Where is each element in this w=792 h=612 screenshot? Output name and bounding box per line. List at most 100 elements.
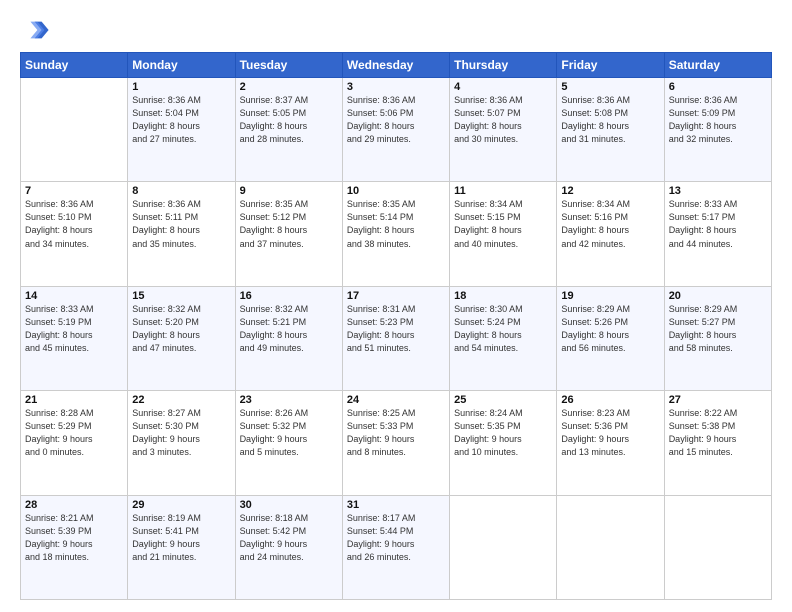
calendar-cell: 23Sunrise: 8:26 AMSunset: 5:32 PMDayligh…: [235, 391, 342, 495]
day-number: 14: [25, 290, 123, 302]
day-number: 17: [347, 290, 445, 302]
calendar-cell: 12Sunrise: 8:34 AMSunset: 5:16 PMDayligh…: [557, 182, 664, 286]
day-info: Sunrise: 8:29 AMSunset: 5:26 PMDaylight:…: [561, 303, 659, 355]
logo: [20, 16, 50, 44]
day-info: Sunrise: 8:31 AMSunset: 5:23 PMDaylight:…: [347, 303, 445, 355]
day-info: Sunrise: 8:36 AMSunset: 5:07 PMDaylight:…: [454, 94, 552, 146]
calendar-cell: 20Sunrise: 8:29 AMSunset: 5:27 PMDayligh…: [664, 286, 771, 390]
day-number: 27: [669, 394, 767, 406]
calendar-cell: 4Sunrise: 8:36 AMSunset: 5:07 PMDaylight…: [450, 78, 557, 182]
day-info: Sunrise: 8:23 AMSunset: 5:36 PMDaylight:…: [561, 407, 659, 459]
calendar-cell: 21Sunrise: 8:28 AMSunset: 5:29 PMDayligh…: [21, 391, 128, 495]
calendar-week-3: 14Sunrise: 8:33 AMSunset: 5:19 PMDayligh…: [21, 286, 772, 390]
day-info: Sunrise: 8:35 AMSunset: 5:14 PMDaylight:…: [347, 198, 445, 250]
calendar-header-row: SundayMondayTuesdayWednesdayThursdayFrid…: [21, 53, 772, 78]
day-header-saturday: Saturday: [664, 53, 771, 78]
day-info: Sunrise: 8:36 AMSunset: 5:04 PMDaylight:…: [132, 94, 230, 146]
day-info: Sunrise: 8:18 AMSunset: 5:42 PMDaylight:…: [240, 512, 338, 564]
day-number: 8: [132, 185, 230, 197]
day-header-monday: Monday: [128, 53, 235, 78]
day-info: Sunrise: 8:28 AMSunset: 5:29 PMDaylight:…: [25, 407, 123, 459]
day-info: Sunrise: 8:24 AMSunset: 5:35 PMDaylight:…: [454, 407, 552, 459]
calendar-cell: 19Sunrise: 8:29 AMSunset: 5:26 PMDayligh…: [557, 286, 664, 390]
day-info: Sunrise: 8:21 AMSunset: 5:39 PMDaylight:…: [25, 512, 123, 564]
calendar-cell: 3Sunrise: 8:36 AMSunset: 5:06 PMDaylight…: [342, 78, 449, 182]
day-header-wednesday: Wednesday: [342, 53, 449, 78]
calendar-week-2: 7Sunrise: 8:36 AMSunset: 5:10 PMDaylight…: [21, 182, 772, 286]
calendar-cell: 16Sunrise: 8:32 AMSunset: 5:21 PMDayligh…: [235, 286, 342, 390]
day-number: 12: [561, 185, 659, 197]
calendar-table: SundayMondayTuesdayWednesdayThursdayFrid…: [20, 52, 772, 600]
calendar-week-1: 1Sunrise: 8:36 AMSunset: 5:04 PMDaylight…: [21, 78, 772, 182]
day-number: 28: [25, 499, 123, 511]
calendar-cell: 29Sunrise: 8:19 AMSunset: 5:41 PMDayligh…: [128, 495, 235, 599]
page: SundayMondayTuesdayWednesdayThursdayFrid…: [0, 0, 792, 612]
day-number: 23: [240, 394, 338, 406]
day-number: 5: [561, 81, 659, 93]
day-number: 15: [132, 290, 230, 302]
day-number: 20: [669, 290, 767, 302]
day-number: 3: [347, 81, 445, 93]
day-number: 11: [454, 185, 552, 197]
day-info: Sunrise: 8:30 AMSunset: 5:24 PMDaylight:…: [454, 303, 552, 355]
day-number: 18: [454, 290, 552, 302]
day-number: 9: [240, 185, 338, 197]
day-number: 25: [454, 394, 552, 406]
day-info: Sunrise: 8:37 AMSunset: 5:05 PMDaylight:…: [240, 94, 338, 146]
day-info: Sunrise: 8:32 AMSunset: 5:20 PMDaylight:…: [132, 303, 230, 355]
calendar-cell: 14Sunrise: 8:33 AMSunset: 5:19 PMDayligh…: [21, 286, 128, 390]
day-number: 1: [132, 81, 230, 93]
day-info: Sunrise: 8:36 AMSunset: 5:10 PMDaylight:…: [25, 198, 123, 250]
calendar-cell: 5Sunrise: 8:36 AMSunset: 5:08 PMDaylight…: [557, 78, 664, 182]
calendar-cell: 10Sunrise: 8:35 AMSunset: 5:14 PMDayligh…: [342, 182, 449, 286]
calendar-cell: 22Sunrise: 8:27 AMSunset: 5:30 PMDayligh…: [128, 391, 235, 495]
day-info: Sunrise: 8:34 AMSunset: 5:15 PMDaylight:…: [454, 198, 552, 250]
day-info: Sunrise: 8:36 AMSunset: 5:11 PMDaylight:…: [132, 198, 230, 250]
calendar-cell: 13Sunrise: 8:33 AMSunset: 5:17 PMDayligh…: [664, 182, 771, 286]
calendar-cell: 18Sunrise: 8:30 AMSunset: 5:24 PMDayligh…: [450, 286, 557, 390]
day-info: Sunrise: 8:22 AMSunset: 5:38 PMDaylight:…: [669, 407, 767, 459]
day-info: Sunrise: 8:29 AMSunset: 5:27 PMDaylight:…: [669, 303, 767, 355]
day-number: 24: [347, 394, 445, 406]
calendar-cell: 30Sunrise: 8:18 AMSunset: 5:42 PMDayligh…: [235, 495, 342, 599]
calendar-cell: 15Sunrise: 8:32 AMSunset: 5:20 PMDayligh…: [128, 286, 235, 390]
day-number: 21: [25, 394, 123, 406]
calendar-cell: 28Sunrise: 8:21 AMSunset: 5:39 PMDayligh…: [21, 495, 128, 599]
calendar-cell: [557, 495, 664, 599]
day-header-thursday: Thursday: [450, 53, 557, 78]
calendar-cell: 31Sunrise: 8:17 AMSunset: 5:44 PMDayligh…: [342, 495, 449, 599]
calendar-cell: 6Sunrise: 8:36 AMSunset: 5:09 PMDaylight…: [664, 78, 771, 182]
day-info: Sunrise: 8:19 AMSunset: 5:41 PMDaylight:…: [132, 512, 230, 564]
calendar-cell: 7Sunrise: 8:36 AMSunset: 5:10 PMDaylight…: [21, 182, 128, 286]
day-info: Sunrise: 8:34 AMSunset: 5:16 PMDaylight:…: [561, 198, 659, 250]
day-number: 6: [669, 81, 767, 93]
day-info: Sunrise: 8:17 AMSunset: 5:44 PMDaylight:…: [347, 512, 445, 564]
day-number: 13: [669, 185, 767, 197]
calendar-cell: 25Sunrise: 8:24 AMSunset: 5:35 PMDayligh…: [450, 391, 557, 495]
calendar-cell: [664, 495, 771, 599]
day-number: 2: [240, 81, 338, 93]
calendar-week-4: 21Sunrise: 8:28 AMSunset: 5:29 PMDayligh…: [21, 391, 772, 495]
day-info: Sunrise: 8:26 AMSunset: 5:32 PMDaylight:…: [240, 407, 338, 459]
calendar-cell: 27Sunrise: 8:22 AMSunset: 5:38 PMDayligh…: [664, 391, 771, 495]
day-info: Sunrise: 8:36 AMSunset: 5:06 PMDaylight:…: [347, 94, 445, 146]
day-info: Sunrise: 8:33 AMSunset: 5:19 PMDaylight:…: [25, 303, 123, 355]
day-number: 31: [347, 499, 445, 511]
day-header-tuesday: Tuesday: [235, 53, 342, 78]
calendar-week-5: 28Sunrise: 8:21 AMSunset: 5:39 PMDayligh…: [21, 495, 772, 599]
day-number: 19: [561, 290, 659, 302]
calendar-cell: 26Sunrise: 8:23 AMSunset: 5:36 PMDayligh…: [557, 391, 664, 495]
day-number: 10: [347, 185, 445, 197]
calendar-cell: 8Sunrise: 8:36 AMSunset: 5:11 PMDaylight…: [128, 182, 235, 286]
day-number: 7: [25, 185, 123, 197]
calendar-cell: 2Sunrise: 8:37 AMSunset: 5:05 PMDaylight…: [235, 78, 342, 182]
calendar-cell: 24Sunrise: 8:25 AMSunset: 5:33 PMDayligh…: [342, 391, 449, 495]
day-number: 30: [240, 499, 338, 511]
day-info: Sunrise: 8:33 AMSunset: 5:17 PMDaylight:…: [669, 198, 767, 250]
calendar-cell: 9Sunrise: 8:35 AMSunset: 5:12 PMDaylight…: [235, 182, 342, 286]
day-header-sunday: Sunday: [21, 53, 128, 78]
day-info: Sunrise: 8:27 AMSunset: 5:30 PMDaylight:…: [132, 407, 230, 459]
day-info: Sunrise: 8:36 AMSunset: 5:09 PMDaylight:…: [669, 94, 767, 146]
calendar-cell: 11Sunrise: 8:34 AMSunset: 5:15 PMDayligh…: [450, 182, 557, 286]
day-info: Sunrise: 8:36 AMSunset: 5:08 PMDaylight:…: [561, 94, 659, 146]
